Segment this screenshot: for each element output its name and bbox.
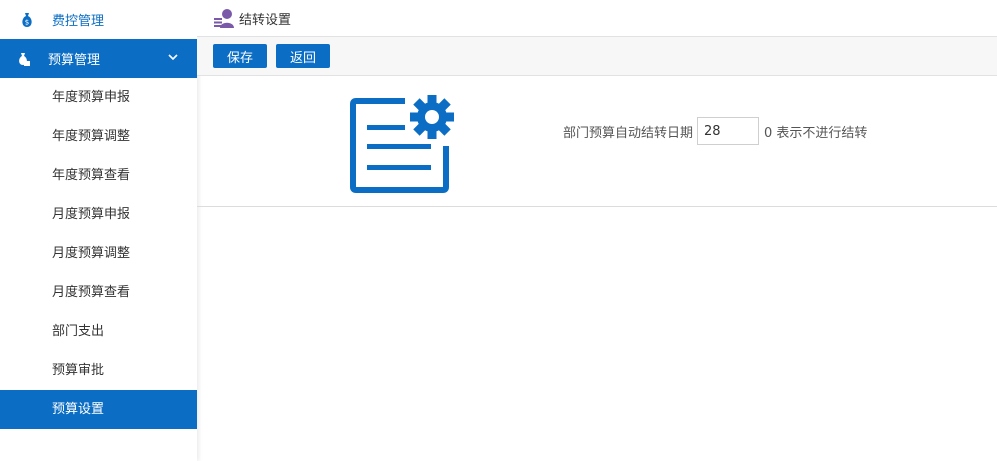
save-button[interactable]: 保存 (213, 44, 268, 68)
sidebar: $ 费控管理 预算管理 年度预算申报 年度预算调整 年度预算查看 月度预算申报 … (0, 0, 197, 461)
svg-text:$: $ (25, 18, 29, 26)
back-button[interactable]: 返回 (276, 44, 331, 68)
sidebar-item-monthly-budget-adjust[interactable]: 月度预算调整 (0, 234, 197, 273)
money-bag-icon: $ (19, 12, 35, 28)
document-settings-icon (350, 95, 454, 193)
chevron-down-icon[interactable] (167, 51, 179, 63)
sidebar-group-label: 预算管理 (48, 53, 101, 68)
sidebar-item-budget-settings[interactable]: 预算设置 (0, 390, 197, 429)
money-bag-icon (15, 51, 31, 67)
carryover-date-input[interactable] (697, 117, 760, 145)
sidebar-item-annual-budget-declare[interactable]: 年度预算申报 (0, 78, 197, 117)
settings-panel: 部门预算自动结转日期 0 表示不进行结转 (197, 76, 997, 207)
carryover-date-label: 部门预算自动结转日期 (563, 125, 694, 141)
carryover-date-field-row: 部门预算自动结转日期 0 表示不进行结转 (563, 117, 867, 145)
sidebar-item-fee-control[interactable]: $ 费控管理 (0, 0, 197, 39)
sidebar-item-annual-budget-view[interactable]: 年度预算查看 (0, 156, 197, 195)
sidebar-group-budget[interactable]: 预算管理 (0, 39, 197, 78)
main-panel: 结转设置 保存 返回 部门预算自动结转日期 28 0 表示不进行结转 (197, 0, 997, 461)
page-header: 结转设置 (197, 0, 997, 37)
carryover-date-hint: 0 表示不进行结转 (764, 125, 868, 141)
sidebar-item-annual-budget-adjust[interactable]: 年度预算调整 (0, 117, 197, 156)
sidebar-item-monthly-budget-view[interactable]: 月度预算查看 (0, 273, 197, 312)
user-list-icon (214, 9, 234, 28)
toolbar: 保存 返回 (197, 37, 997, 76)
page-title: 结转设置 (239, 12, 292, 28)
sidebar-item-monthly-budget-declare[interactable]: 月度预算申报 (0, 195, 197, 234)
sidebar-item-budget-approval[interactable]: 预算审批 (0, 351, 197, 390)
sidebar-item-department-expense[interactable]: 部门支出 (0, 312, 197, 351)
sidebar-item-label: 费控管理 (52, 14, 105, 29)
